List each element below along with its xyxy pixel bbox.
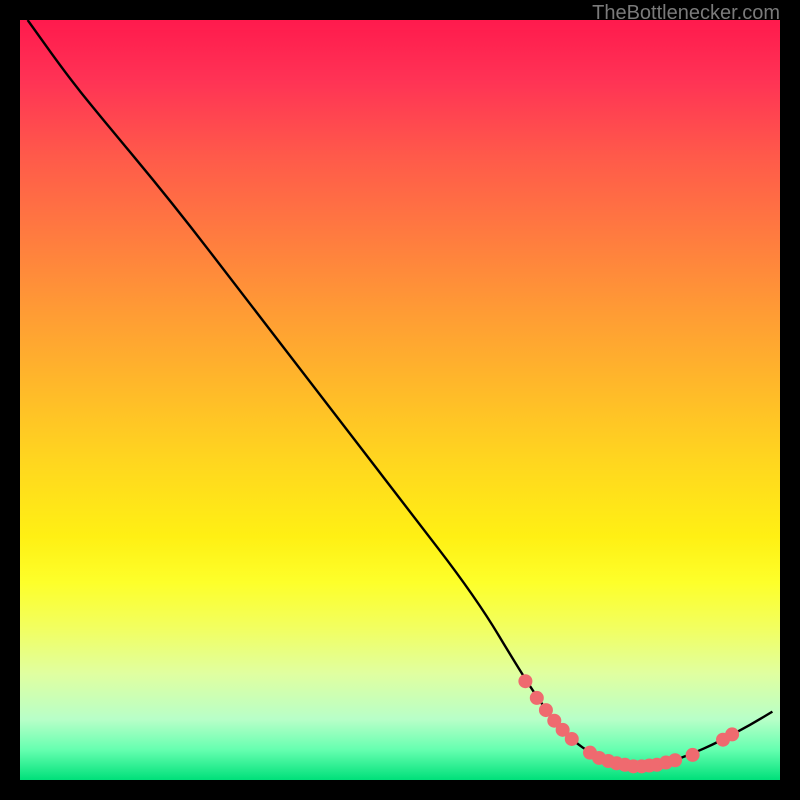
data-marker	[530, 691, 544, 705]
data-marker	[686, 748, 700, 762]
chart-container: TheBottlenecker.com	[0, 0, 800, 800]
bottleneck-curve	[28, 20, 773, 766]
data-marker	[518, 674, 532, 688]
data-marker	[725, 727, 739, 741]
plot-area	[20, 20, 780, 780]
chart-svg	[20, 20, 780, 780]
data-marker	[668, 753, 682, 767]
data-marker	[565, 732, 579, 746]
